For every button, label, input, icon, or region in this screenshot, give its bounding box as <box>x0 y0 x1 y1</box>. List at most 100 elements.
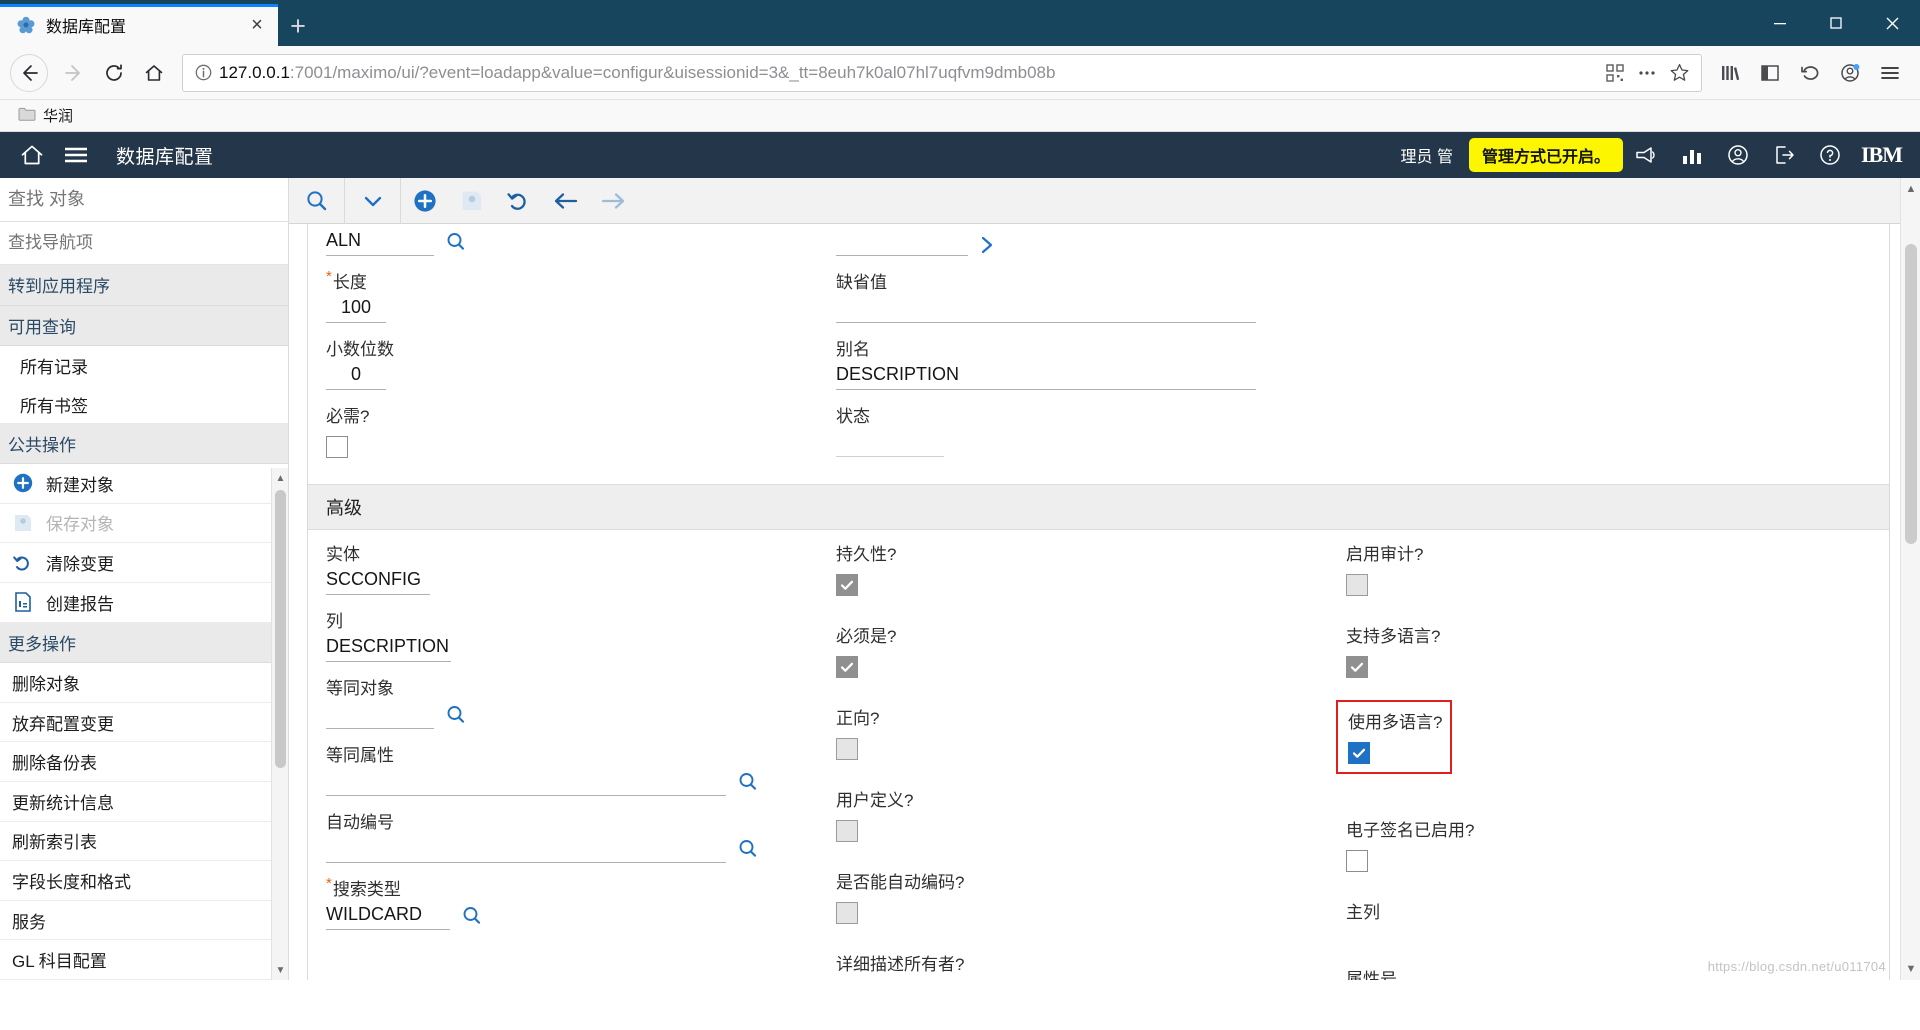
column-value: DESCRIPTION <box>326 636 451 662</box>
account-icon[interactable] <box>1830 53 1870 93</box>
admin-mode-badge[interactable]: 管理方式已开启。 <box>1468 138 1623 172</box>
search-icon[interactable] <box>289 177 345 224</box>
sidebar-item-all-bookmarks[interactable]: 所有书签 <box>0 384 288 424</box>
search-icon[interactable] <box>444 703 470 729</box>
next-record-button[interactable] <box>589 178 636 224</box>
page-scrollbar[interactable]: ▲ ▼ <box>1900 178 1920 980</box>
site-info-icon[interactable] <box>189 59 217 87</box>
scroll-up-icon[interactable]: ▲ <box>1901 178 1920 200</box>
forward-icon[interactable] <box>54 53 94 93</box>
esig-enabled-checkbox[interactable] <box>1346 850 1368 872</box>
sidebar-item-delete-object[interactable]: 删除对象 <box>0 663 288 703</box>
back-icon[interactable] <box>10 53 48 92</box>
field-label: 别名 <box>836 340 870 359</box>
bulletin-board-icon[interactable] <box>1623 132 1669 178</box>
alias-value[interactable]: DESCRIPTION <box>836 364 1256 390</box>
help-icon[interactable] <box>1807 132 1853 178</box>
attribute-top-section: ALN *长度 100 小数位数 0 必需? 缺省值 别名 DESCRIPTIO… <box>308 224 1889 484</box>
multilanguage-in-use-checkbox[interactable] <box>1348 742 1370 764</box>
scroll-down-icon[interactable]: ▼ <box>272 960 288 980</box>
sidebar-item-goto-app[interactable]: 转到应用程序 <box>0 264 288 306</box>
required-checkbox[interactable] <box>326 436 348 458</box>
save-record-button[interactable] <box>448 178 495 224</box>
sidebar-item-all-records[interactable]: 所有记录 <box>0 346 288 385</box>
library-icon[interactable] <box>1710 53 1750 93</box>
minimize-icon[interactable] <box>1752 0 1808 46</box>
bookmark-folder-huarun[interactable]: 华润 <box>12 103 79 128</box>
sidebar-item-update-statistics[interactable]: 更新统计信息 <box>0 781 288 822</box>
sidebar-section-common-actions[interactable]: 公共操作 <box>0 423 288 464</box>
search-icon[interactable] <box>736 770 762 796</box>
profile-icon[interactable] <box>1715 132 1761 178</box>
page-actions-icon[interactable] <box>1631 57 1663 89</box>
insights-chart-icon[interactable] <box>1669 132 1715 178</box>
close-window-icon[interactable] <box>1864 0 1920 46</box>
same-as-object-value[interactable] <box>326 703 434 729</box>
search-icon[interactable] <box>460 904 486 930</box>
nav-search-input[interactable] <box>8 233 288 254</box>
search-icon[interactable] <box>736 837 762 863</box>
sidebar-scrollbar[interactable]: ▲ ▼ <box>271 468 288 980</box>
clear-changes-button[interactable] <box>495 178 542 224</box>
data-type-value[interactable]: ALN <box>326 230 434 256</box>
sidebar-item-create-report[interactable]: 创建报告 <box>0 582 288 623</box>
sidebar-item-drop-backup-tables[interactable]: 删除备份表 <box>0 742 288 782</box>
scroll-down-icon[interactable]: ▼ <box>1901 958 1920 980</box>
status-value[interactable] <box>836 431 944 457</box>
sidebar-item-gl-account-config[interactable]: GL 科目配置 <box>0 940 288 980</box>
chevron-down-icon[interactable] <box>345 177 401 224</box>
user-defined-checkbox[interactable] <box>836 820 858 842</box>
browser-tab[interactable]: 数据库配置 × <box>0 4 278 46</box>
field-label: 必须是? <box>836 627 897 646</box>
sidebar-scroll-thumb[interactable] <box>275 490 286 768</box>
page-scroll-thumb[interactable] <box>1905 244 1917 544</box>
hamburger-menu-icon[interactable] <box>1870 53 1910 93</box>
new-tab-button[interactable]: + <box>278 6 318 46</box>
field-label: 列 <box>326 612 343 631</box>
field-multilanguage-supported: 支持多语言? <box>1346 622 1863 678</box>
sidebar-item-refresh-index-table[interactable]: 刷新索引表 <box>0 821 288 862</box>
new-record-button[interactable] <box>401 178 448 224</box>
url-bar[interactable]: 127.0.0.1:7001/maximo/ui/?event=loadapp&… <box>182 53 1702 92</box>
url-text[interactable]: 127.0.0.1:7001/maximo/ui/?event=loadapp&… <box>217 63 1599 83</box>
maximize-icon[interactable] <box>1808 0 1864 46</box>
scroll-up-icon[interactable]: ▲ <box>272 468 288 488</box>
sidebar-section-available-queries[interactable]: 可用查询 <box>0 305 288 347</box>
multilanguage-supported-checkbox[interactable] <box>1346 656 1368 678</box>
sidebar-item-field-lengths-formats[interactable]: 字段长度和格式 <box>0 861 288 901</box>
scale-value[interactable]: 0 <box>326 364 386 390</box>
menu-button[interactable] <box>54 132 98 178</box>
sidebar-item-new-object[interactable]: 新建对象 <box>0 464 288 504</box>
domain-value[interactable] <box>836 230 968 256</box>
sidebar-item-discard-config-changes[interactable]: 放弃配置变更 <box>0 702 288 743</box>
reload-icon[interactable] <box>94 53 134 93</box>
sidebar-section-more-actions[interactable]: 更多操作 <box>0 622 288 664</box>
audit-enabled-checkbox[interactable] <box>1346 574 1368 596</box>
sidebar-item-clear-changes[interactable]: 清除变更 <box>0 543 288 583</box>
sidebar-item-services[interactable]: 服务 <box>0 900 288 941</box>
previous-record-button[interactable] <box>542 178 589 224</box>
positive-checkbox[interactable] <box>836 738 858 760</box>
chevron-right-icon[interactable] <box>978 234 998 256</box>
must-be-checkbox[interactable] <box>836 656 858 678</box>
sidebar-toggle-icon[interactable] <box>1750 53 1790 93</box>
length-value[interactable]: 100 <box>326 297 386 323</box>
undo-history-icon[interactable] <box>1790 53 1830 93</box>
sign-out-icon[interactable] <box>1761 132 1807 178</box>
home-icon[interactable] <box>134 53 174 93</box>
search-type-value[interactable]: WILDCARD <box>326 904 450 930</box>
default-value[interactable] <box>836 297 1256 323</box>
autokey-value[interactable] <box>326 837 726 863</box>
search-icon[interactable] <box>444 230 470 256</box>
sidebar-item-save-object[interactable]: 保存对象 <box>0 503 288 544</box>
same-as-attribute-value[interactable] <box>326 770 726 796</box>
persistent-checkbox[interactable] <box>836 574 858 596</box>
can-autonumber-checkbox[interactable] <box>836 902 858 924</box>
qr-code-icon[interactable] <box>1599 57 1631 89</box>
close-icon[interactable]: × <box>244 12 270 38</box>
search-input[interactable] <box>0 189 288 211</box>
bookmark-star-icon[interactable] <box>1663 57 1695 89</box>
field-primary-column: 主列 <box>1346 898 1863 953</box>
home-button[interactable] <box>10 132 54 178</box>
user-name[interactable]: 理员 管 <box>1401 143 1453 167</box>
